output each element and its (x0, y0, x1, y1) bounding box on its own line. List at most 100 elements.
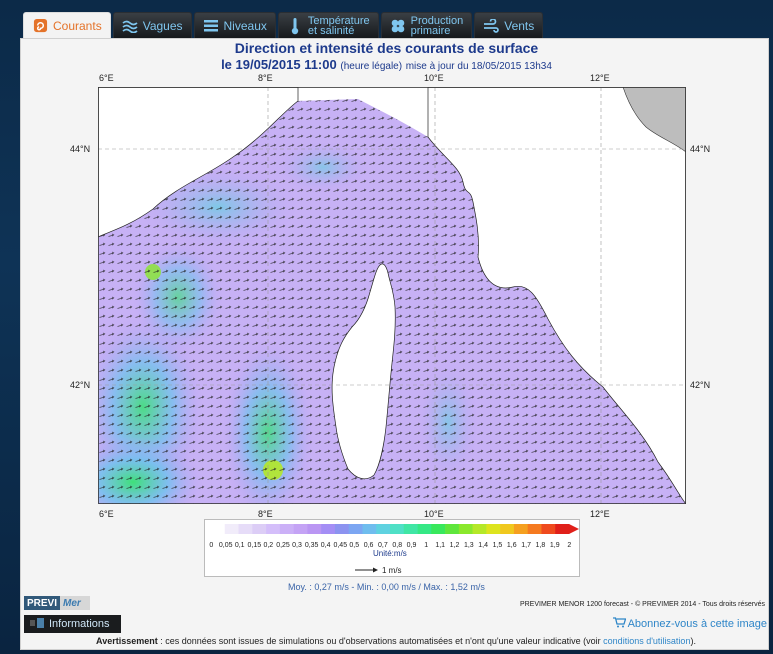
color-legend: 0 0,05 0,1 0,15 0,2 0,25 0,3 0,35 0,4 0,45 0,5 0,6 0… (204, 519, 580, 577)
legend-swatch (513, 524, 528, 534)
legend-swatch (376, 524, 391, 534)
waves-icon (122, 18, 138, 34)
legend-label: 0,1 (235, 542, 245, 549)
page-subtitle: le 19/05/2015 11:00 (heure légale) mise … (0, 57, 773, 72)
top-tick: 6°E (99, 73, 114, 83)
tab-temperature-salinite[interactable]: Température et salinité (277, 12, 379, 38)
tab-vagues[interactable]: Vagues (112, 12, 192, 38)
legend-swatch (417, 524, 432, 534)
left-tick: 44°N (70, 144, 91, 154)
legend-swatch (279, 524, 294, 534)
bottom-tick: 8°E (258, 509, 273, 519)
top-tick: 12°E (590, 73, 610, 83)
right-tick: 42°N (690, 380, 711, 390)
plankton-icon (390, 18, 406, 34)
tab-label: Niveaux (223, 18, 267, 33)
legend-label: 1,4 (478, 542, 488, 549)
top-tick: 8°E (258, 73, 273, 83)
page-title: Direction et intensité des courants de s… (234, 40, 539, 56)
legend-label: 1,8 (536, 542, 546, 549)
bottom-tick: 10°E (424, 509, 444, 519)
legend-label: 0,05 (219, 542, 233, 549)
tab-niveaux[interactable]: Niveaux (193, 12, 276, 38)
current-spiral-icon (32, 18, 48, 34)
tab-production-primaire[interactable]: Production primaire (380, 12, 473, 38)
legend-label: 0,35 (305, 542, 319, 549)
legend-label: 1,7 (521, 542, 531, 549)
terms-link[interactable]: conditions d'utilisation (603, 636, 690, 646)
legend-swatch (307, 524, 322, 534)
legend-label: 0,45 (333, 542, 347, 549)
legend-unit: Unité:m/s (373, 549, 407, 558)
legend-label: 0,9 (407, 542, 417, 549)
previmer-logo: PREVI Mer (24, 596, 90, 610)
legend-swatch (390, 524, 405, 534)
informations-button[interactable]: Informations (24, 615, 121, 633)
disclaimer: Avertissement : ces données sont issues … (96, 636, 696, 646)
tab-label: Vents (504, 18, 535, 33)
copyright: PREVIMER MENOR 1200 forecast - © PREVIME… (519, 601, 765, 608)
legend-swatch (403, 524, 418, 534)
legend-swatch (445, 524, 460, 534)
update-time: mise à jour du 18/05/2015 13h34 (405, 61, 552, 72)
legend-label: 0,8 (392, 542, 402, 549)
legend-label: 0,15 (248, 542, 262, 549)
legend-label: 1,1 (435, 542, 445, 549)
top-tick: 10°E (424, 73, 444, 83)
subscribe-link[interactable]: Abonnez-vous à cette image (612, 617, 767, 631)
legend-label: 0,3 (292, 542, 302, 549)
legend-label: 0,4 (321, 542, 331, 549)
color-scale: 0 0,05 0,1 0,15 0,2 0,25 0,3 0,35 0,4 0,45 0,5 0,6 0… (209, 524, 579, 575)
legend-reference: 1 m/s (382, 566, 402, 575)
legend-swatch (431, 524, 446, 534)
legend-swatch (486, 524, 501, 534)
right-tick: 44°N (690, 144, 711, 154)
legend-swatch (541, 524, 556, 534)
legend-swatch (252, 524, 267, 534)
legend-swatch (362, 524, 377, 534)
left-tick: 42°N (70, 380, 91, 390)
time-note: (heure légale) (340, 61, 403, 72)
tab-bar: Courants Vagues Niveaux Température et s… (23, 12, 544, 38)
legend-swatch (293, 524, 308, 534)
current-map (98, 87, 686, 504)
legend-swatch (211, 524, 226, 534)
cart-icon (612, 617, 626, 631)
legend-swatch (266, 524, 281, 534)
legend-swatch (500, 524, 515, 534)
legend-label: 2 (567, 542, 571, 549)
tab-vents[interactable]: Vents (474, 12, 544, 38)
current-statistics: Moy. : 0,27 m/s - Min. : 0,00 m/s / Max.… (288, 582, 485, 592)
legend-swatch (334, 524, 349, 534)
bottom-tick: 6°E (99, 509, 114, 519)
legend-swatch (527, 524, 542, 534)
tab-courants[interactable]: Courants (23, 12, 111, 38)
legend-label: 1,5 (493, 542, 503, 549)
tab-label: Production primaire (410, 14, 464, 37)
forecast-date: le 19/05/2015 11:00 (221, 57, 337, 72)
info-icon (30, 617, 44, 631)
legend-label: 0,2 (263, 542, 273, 549)
legend-label: 1,3 (464, 542, 474, 549)
legend-label: 1,2 (450, 542, 460, 549)
legend-label: 1 (424, 542, 428, 549)
legend-swatch (458, 524, 473, 534)
tab-label: Vagues (142, 18, 183, 33)
legend-swatch (472, 524, 487, 534)
legend-swatch (555, 524, 570, 534)
tab-label: Courants (53, 18, 102, 33)
legend-label: 0,25 (276, 542, 290, 549)
legend-label: 0,6 (364, 542, 374, 549)
legend-swatch (224, 524, 239, 534)
legend-swatch (348, 524, 363, 534)
legend-swatch (321, 524, 336, 534)
levels-icon (203, 18, 219, 34)
legend-label: 1,9 (550, 542, 560, 549)
wind-icon (483, 18, 500, 34)
thermometer-icon (287, 17, 303, 34)
legend-label: 0 (209, 542, 213, 549)
bottom-tick: 12°E (590, 509, 610, 519)
legend-label: 1,6 (507, 542, 517, 549)
legend-label: 0,5 (349, 542, 359, 549)
legend-label: 0,7 (378, 542, 388, 549)
